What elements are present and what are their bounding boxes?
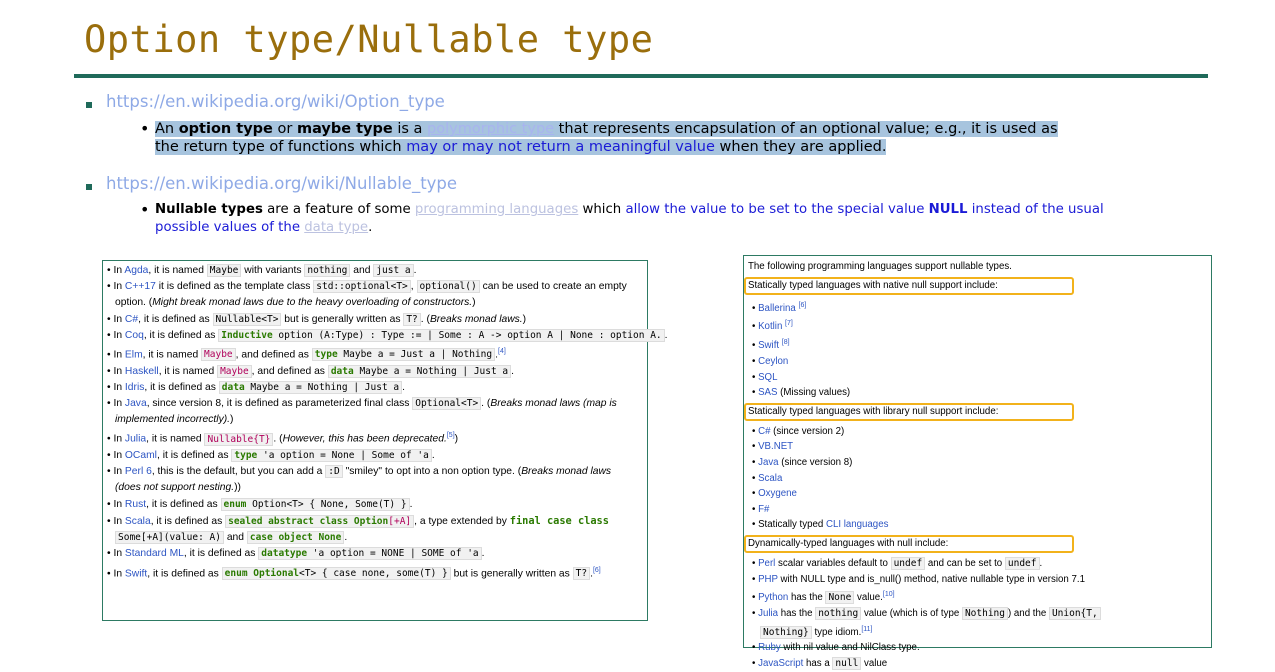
data-type-link[interactable]: data type — [304, 220, 368, 235]
list-item: • Ceylon — [752, 356, 789, 368]
list-item: • In OCaml, it is defined as type 'a opt… — [107, 449, 435, 463]
list-item: • Python has the None value.[10] — [752, 591, 895, 605]
list-item: • In Standard ML, it is defined as datat… — [107, 547, 485, 561]
list-item: • Kotlin [7] — [752, 320, 793, 333]
list-item: • JavaScript has a null value — [752, 657, 888, 671]
list-item: • In C++17 it is defined as the template… — [107, 280, 627, 294]
page-title: Option type/Nullable type — [84, 18, 654, 61]
nullable-languages-box: The following programming languages supp… — [743, 255, 1212, 671]
list-item: • Swift [8] — [752, 339, 790, 352]
intro-text: The following programming languages supp… — [748, 261, 1012, 272]
list-item: • Statically typed CLI languages — [752, 519, 889, 531]
list-item-continuation: (does not support nesting.)) — [115, 482, 241, 494]
list-item: • In Perl 6, this is the default, but yo… — [107, 465, 612, 479]
list-item: • C# (since version 2) — [752, 425, 845, 437]
option-type-url[interactable]: https://en.wikipedia.org/wiki/Option_typ… — [106, 92, 445, 111]
title-rule — [74, 74, 1208, 78]
bullet-dot-icon: • — [140, 119, 150, 138]
polymorphic-type-link[interactable]: polymorphic type — [427, 121, 554, 137]
list-item: • Scala — [752, 472, 783, 484]
list-item: • SAS (Missing values) — [752, 387, 851, 399]
nullable-type-url[interactable]: https://en.wikipedia.org/wiki/Nullable_t… — [106, 174, 457, 193]
list-item: • In Idris, it is defined as data Maybe … — [107, 380, 405, 394]
bullet-dot-icon: • — [140, 200, 150, 219]
list-item: • In Rust, it is defined as enum Option<… — [107, 497, 413, 511]
list-item: • In Elm, it is named Maybe, and defined… — [107, 348, 506, 362]
list-item: • PHP with NULL type and is_null() metho… — [752, 573, 1085, 585]
list-item-continuation: Nothing} type idiom.[11] — [748, 622, 1207, 641]
list-item: • In Coq, it is defined as Inductive opt… — [107, 328, 668, 342]
square-bullet-icon — [86, 184, 92, 190]
list-item: • Ballerina [6] — [752, 301, 807, 314]
native-null-header: Statically typed languages with native n… — [744, 276, 1074, 295]
list-item: • In Swift, it is defined as enum Option… — [107, 566, 601, 580]
nullable-type-definition: Nullable types are a feature of some pro… — [155, 202, 1104, 235]
dynamic-null-header: Dynamically-typed languages with null in… — [744, 535, 1074, 554]
list-item: • Perl scalar variables default to undef… — [752, 557, 1043, 571]
option-type-languages-box: • In Agda, it is named Maybe with varian… — [102, 260, 668, 621]
list-item: • F# — [752, 503, 770, 515]
list-item-continuation: Some[+A](value: A) and case object None. — [107, 530, 643, 546]
list-item: • In Java, since version 8, it is define… — [107, 397, 617, 411]
square-bullet-icon — [86, 102, 92, 108]
list-item: • SQL — [752, 371, 778, 383]
library-null-header: Statically typed languages with library … — [744, 402, 1074, 421]
list-item: • In Haskell, it is named Maybe, and def… — [107, 364, 515, 378]
list-item: • Oxygene — [752, 488, 797, 500]
list-item-continuation: option. (Might break monad laws due to t… — [115, 297, 476, 309]
list-item: • Ruby with nil value and NilClass type. — [752, 642, 920, 654]
list-item: • Java (since version 8) — [752, 457, 853, 469]
list-item: • In Julia, it is named Nullable{T}. (Ho… — [107, 432, 459, 446]
list-item: • In C#, it is defined as Nullable<T> bu… — [107, 312, 527, 326]
list-item: • VB.NET — [752, 441, 794, 453]
list-item: • Julia has the nothing value (which is … — [748, 606, 1207, 622]
list-item: • In Agda, it is named Maybe with varian… — [107, 264, 417, 277]
programming-languages-link[interactable]: programming languages — [415, 202, 578, 217]
option-type-definition: An option type or maybe type is a polymo… — [155, 121, 1058, 155]
list-item: • In Scala, it is defined as sealed abst… — [107, 514, 609, 528]
list-item-continuation: implemented incorrectly).) — [115, 414, 234, 426]
